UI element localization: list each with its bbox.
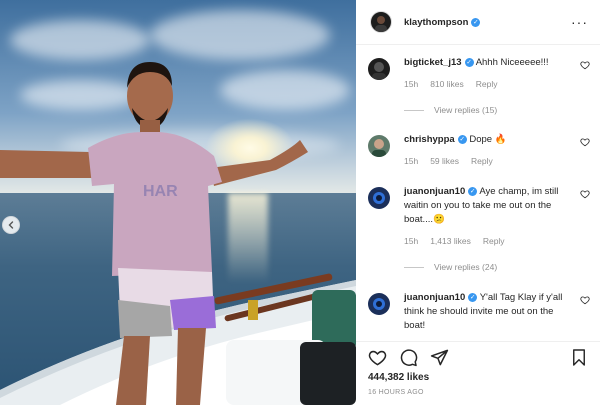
post-photo[interactable]: HAR xyxy=(0,0,356,405)
comment-item: juanonjuan10 ✓ Y'all Tag Klay if y'all th… xyxy=(368,291,590,333)
comment-heart-icon[interactable] xyxy=(580,295,590,305)
comment-time[interactable]: 15h xyxy=(404,154,418,168)
view-replies-button[interactable]: View replies (24) xyxy=(404,262,497,272)
heart-icon xyxy=(368,350,387,366)
commenter-username[interactable]: juanonjuan10 xyxy=(404,186,465,197)
comment-likes[interactable]: 810 likes xyxy=(430,77,464,91)
post-header: klaythompson ✓ ··· xyxy=(356,0,600,45)
reply-button[interactable]: Reply xyxy=(483,234,505,248)
photo-person: HAR xyxy=(0,62,308,405)
commenter-username[interactable]: juanonjuan10 xyxy=(404,292,465,303)
comment-time[interactable]: 15h xyxy=(404,77,418,91)
commenter-username[interactable]: chrishyppa xyxy=(404,134,455,145)
comments-list[interactable]: bigticket_j13 ✓ Ahhh Niceeeee!!! 15h 810 … xyxy=(356,46,600,336)
comment-item: bigticket_j13 ✓ Ahhh Niceeeee!!! 15h 810 … xyxy=(368,56,590,91)
verified-badge-icon: ✓ xyxy=(471,17,481,27)
likes-count[interactable]: 444,382 likes xyxy=(356,372,600,383)
chevron-left-icon xyxy=(8,221,14,229)
comment-time[interactable]: 15h xyxy=(404,234,418,248)
view-replies-label: View replies (24) xyxy=(434,262,498,272)
paper-plane-icon xyxy=(430,349,449,365)
comment-likes[interactable]: 59 likes xyxy=(430,154,459,168)
comment-text: Dope 🔥 xyxy=(469,134,507,145)
author-avatar[interactable] xyxy=(370,11,392,33)
author-username[interactable]: klaythompson xyxy=(404,17,468,28)
commenter-username[interactable]: bigticket_j13 xyxy=(404,57,462,68)
carousel-prev-button[interactable] xyxy=(2,216,20,234)
verified-badge-icon: ✓ xyxy=(464,57,474,67)
verified-badge-icon: ✓ xyxy=(468,186,478,196)
more-options-button[interactable]: ··· xyxy=(571,15,588,29)
view-replies-label: View replies (15) xyxy=(434,105,498,115)
commenter-avatar[interactable] xyxy=(368,293,390,315)
verified-badge-icon: ✓ xyxy=(457,134,467,144)
reply-button[interactable]: Reply xyxy=(476,77,498,91)
comment-heart-icon[interactable] xyxy=(580,137,590,147)
comment-heart-icon[interactable] xyxy=(580,60,590,70)
comment-icon xyxy=(400,348,418,366)
commenter-avatar[interactable] xyxy=(368,135,390,157)
view-replies-divider xyxy=(404,266,424,268)
save-button[interactable] xyxy=(570,348,588,367)
comment-item: chrishyppa ✓ Dope 🔥 15h 59 likes Reply xyxy=(368,133,590,168)
share-button[interactable] xyxy=(430,348,449,367)
bookmark-icon xyxy=(573,348,585,366)
comment-item: juanonjuan10 ✓ Aye champ, im still waitin… xyxy=(368,185,590,248)
view-replies-divider xyxy=(404,109,424,111)
verified-badge-icon: ✓ xyxy=(468,292,478,302)
view-replies-button[interactable]: View replies (15) xyxy=(404,105,497,115)
post-side-panel: klaythompson ✓ ··· bigticket_j13 ✓ Ahhh N… xyxy=(356,0,600,405)
like-button[interactable] xyxy=(368,348,387,367)
commenter-avatar[interactable] xyxy=(368,58,390,80)
post-timestamp[interactable]: 16 HOURS AGO xyxy=(356,389,600,396)
post-actions: 444,382 likes 16 HOURS AGO xyxy=(356,341,600,405)
comment-likes[interactable]: 1,413 likes xyxy=(430,234,471,248)
reply-button[interactable]: Reply xyxy=(471,154,493,168)
shirt-text: HAR xyxy=(143,183,178,200)
comment-text: Ahhh Niceeeee!!! xyxy=(475,57,549,68)
comment-button[interactable] xyxy=(399,348,418,367)
comment-heart-icon[interactable] xyxy=(580,189,590,199)
commenter-avatar[interactable] xyxy=(368,187,390,209)
